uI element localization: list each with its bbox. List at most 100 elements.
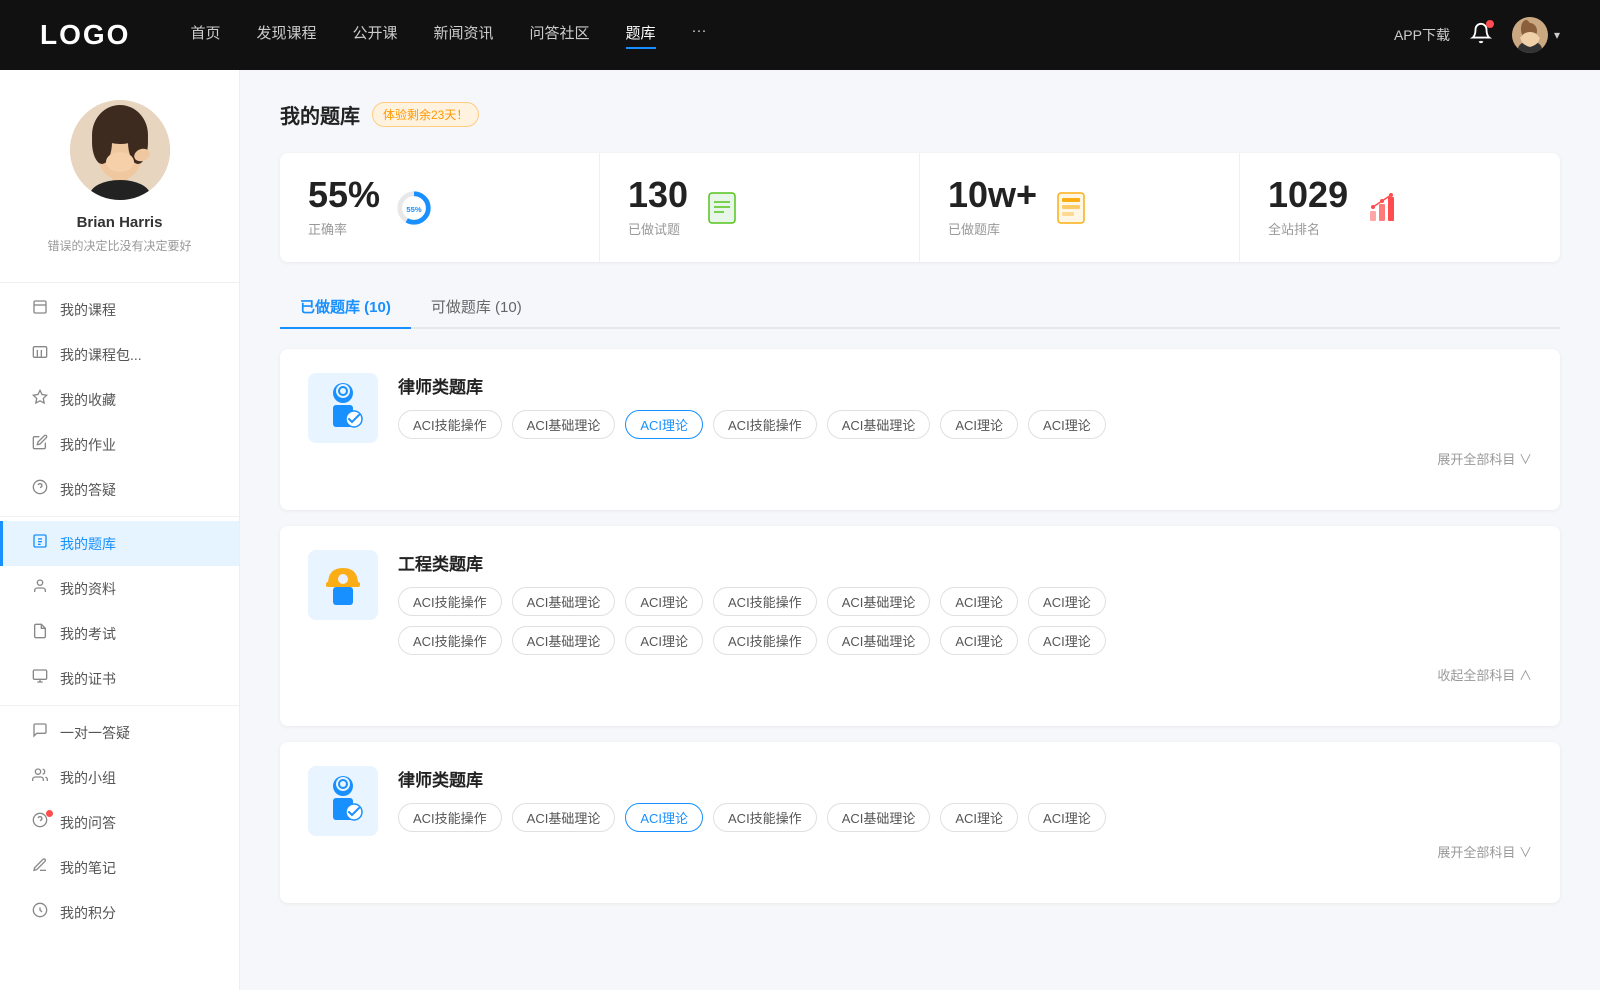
qbank-card-lawyer-1-header: 律师类题库 ACI技能操作 ACI基础理论 ACI理论 ACI技能操作 ACI基…	[308, 373, 1532, 468]
one-on-one-icon	[30, 722, 50, 743]
tag-eng-2-0[interactable]: ACI技能操作	[398, 626, 502, 655]
sidebar-label-certificate: 我的证书	[60, 669, 116, 689]
nav-news[interactable]: 新闻资讯	[434, 22, 494, 49]
tag-eng-1-1[interactable]: ACI基础理论	[512, 587, 616, 616]
tag-eng-2-1[interactable]: ACI基础理论	[512, 626, 616, 655]
sidebar-item-profile[interactable]: 我的资料	[0, 566, 239, 611]
chart-icon	[1362, 188, 1402, 228]
nav-home[interactable]: 首页	[190, 22, 220, 49]
sidebar-label-my-course: 我的课程	[60, 300, 116, 320]
sidebar-item-qa[interactable]: 我的答疑	[0, 467, 239, 512]
sidebar-item-qbank[interactable]: 我的题库	[0, 521, 239, 566]
tag-eng-1-2[interactable]: ACI理论	[625, 587, 703, 616]
list-icon	[1051, 188, 1091, 228]
tag-lawyer-1-5[interactable]: ACI理论	[940, 410, 1018, 439]
sidebar-item-points[interactable]: 我的积分	[0, 890, 239, 935]
page-title-row: 我的题库 体验剩余23天！	[280, 100, 1560, 129]
tag-lawyer-2-2[interactable]: ACI理论	[625, 803, 703, 832]
sidebar-divider-1	[0, 516, 239, 517]
sidebar-item-course-package[interactable]: 我的课程包...	[0, 332, 239, 377]
stat-rank-text: 1029 全站排名	[1268, 177, 1348, 238]
homework-icon	[30, 434, 50, 455]
sidebar-item-exam[interactable]: 我的考试	[0, 611, 239, 656]
sidebar-item-favorites[interactable]: 我的收藏	[0, 377, 239, 422]
sidebar-divider-top	[0, 282, 239, 283]
tabs-row: 已做题库 (10) 可做题库 (10)	[280, 286, 1560, 329]
tag-lawyer-2-0[interactable]: ACI技能操作	[398, 803, 502, 832]
tags-row-lawyer-1: ACI技能操作 ACI基础理论 ACI理论 ACI技能操作 ACI基础理论 AC…	[398, 410, 1532, 439]
sidebar-item-certificate[interactable]: 我的证书	[0, 656, 239, 701]
stat-done-banks-label: 已做题库	[948, 219, 1037, 238]
tag-eng-1-4[interactable]: ACI基础理论	[827, 587, 931, 616]
nav-discover[interactable]: 发现课程	[256, 22, 316, 49]
sidebar-label-course-package: 我的课程包...	[60, 345, 142, 365]
app-download-button[interactable]: APP下载	[1394, 25, 1450, 45]
main-nav: 首页 发现课程 公开课 新闻资讯 问答社区 题库 ···	[190, 22, 1394, 49]
group-icon	[30, 767, 50, 788]
stat-accuracy-label: 正确率	[308, 219, 380, 238]
tag-lawyer-2-4[interactable]: ACI基础理论	[827, 803, 931, 832]
sidebar-item-one-on-one[interactable]: 一对一答疑	[0, 710, 239, 755]
tags-row-engineer-2: ACI技能操作 ACI基础理论 ACI理论 ACI技能操作 ACI基础理论 AC…	[398, 626, 1532, 655]
notification-dot	[1486, 20, 1494, 28]
sidebar: Brian Harris 错误的决定比没有决定要好 我的课程 我的课程包...	[0, 70, 240, 990]
tab-done-banks[interactable]: 已做题库 (10)	[280, 286, 411, 329]
sidebar-label-favorites: 我的收藏	[60, 390, 116, 410]
profile-name: Brian Harris	[77, 214, 163, 231]
nav-more[interactable]: ···	[692, 22, 707, 49]
engineer-icon	[308, 550, 378, 620]
tag-eng-1-5[interactable]: ACI理论	[940, 587, 1018, 616]
tag-lawyer-2-3[interactable]: ACI技能操作	[713, 803, 817, 832]
qbank-card-engineer-body: 工程类题库 ACI技能操作 ACI基础理论 ACI理论 ACI技能操作 ACI基…	[398, 550, 1532, 684]
points-icon	[30, 902, 50, 923]
sidebar-item-group[interactable]: 我的小组	[0, 755, 239, 800]
stat-done-banks-text: 10w+ 已做题库	[948, 177, 1037, 238]
tag-lawyer-1-6[interactable]: ACI理论	[1028, 410, 1106, 439]
svg-text:55%: 55%	[406, 204, 421, 213]
notification-bell[interactable]	[1470, 22, 1492, 49]
tab-available-banks[interactable]: 可做题库 (10)	[411, 286, 542, 329]
header-right: APP下载 ▾	[1394, 17, 1560, 53]
tag-eng-1-0[interactable]: ACI技能操作	[398, 587, 502, 616]
tags-row-engineer-1: ACI技能操作 ACI基础理论 ACI理论 ACI技能操作 ACI基础理论 AC…	[398, 587, 1532, 616]
tag-eng-2-5[interactable]: ACI理论	[940, 626, 1018, 655]
course-package-icon	[30, 344, 50, 365]
tag-lawyer-2-5[interactable]: ACI理论	[940, 803, 1018, 832]
tag-eng-1-3[interactable]: ACI技能操作	[713, 587, 817, 616]
stat-rank-label: 全站排名	[1268, 219, 1348, 238]
chevron-down-icon: ▾	[1554, 28, 1560, 42]
tag-lawyer-2-1[interactable]: ACI基础理论	[512, 803, 616, 832]
qa-notification-dot	[46, 810, 53, 817]
sidebar-item-homework[interactable]: 我的作业	[0, 422, 239, 467]
sidebar-item-my-course[interactable]: 我的课程	[0, 287, 239, 332]
tag-eng-1-6[interactable]: ACI理论	[1028, 587, 1106, 616]
tag-lawyer-1-4[interactable]: ACI基础理论	[827, 410, 931, 439]
nav-qa[interactable]: 问答社区	[530, 22, 590, 49]
qbank-title-lawyer-2: 律师类题库	[398, 766, 1532, 791]
tag-eng-2-2[interactable]: ACI理论	[625, 626, 703, 655]
expand-lawyer-1[interactable]: 展开全部科目 ∨	[398, 449, 1532, 468]
tag-lawyer-1-1[interactable]: ACI基础理论	[512, 410, 616, 439]
sidebar-item-my-qa[interactable]: 我的问答	[0, 800, 239, 845]
nav-open-course[interactable]: 公开课	[352, 22, 397, 49]
stat-accuracy-value: 55%	[308, 177, 380, 213]
user-avatar-container[interactable]: ▾	[1512, 17, 1560, 53]
tag-eng-2-4[interactable]: ACI基础理论	[827, 626, 931, 655]
tag-eng-2-6[interactable]: ACI理论	[1028, 626, 1106, 655]
tag-lawyer-1-0[interactable]: ACI技能操作	[398, 410, 502, 439]
sidebar-label-notes: 我的笔记	[60, 858, 116, 878]
nav-qbank[interactable]: 题库	[626, 22, 656, 49]
tag-eng-2-3[interactable]: ACI技能操作	[713, 626, 817, 655]
qbank-title-engineer: 工程类题库	[398, 550, 1532, 575]
accuracy-donut-icon: 55%	[394, 188, 434, 228]
stat-done-banks: 10w+ 已做题库	[920, 153, 1240, 262]
expand-engineer[interactable]: 收起全部科目 ∧	[398, 665, 1532, 684]
my-course-icon	[30, 299, 50, 320]
expand-lawyer-2[interactable]: 展开全部科目 ∨	[398, 842, 1532, 861]
tag-lawyer-2-6[interactable]: ACI理论	[1028, 803, 1106, 832]
tag-lawyer-1-2[interactable]: ACI理论	[625, 410, 703, 439]
sidebar-item-notes[interactable]: 我的笔记	[0, 845, 239, 890]
tag-lawyer-1-3[interactable]: ACI技能操作	[713, 410, 817, 439]
lawyer-icon-2	[308, 766, 378, 836]
qbank-card-lawyer-2-header: 律师类题库 ACI技能操作 ACI基础理论 ACI理论 ACI技能操作 ACI基…	[308, 766, 1532, 861]
